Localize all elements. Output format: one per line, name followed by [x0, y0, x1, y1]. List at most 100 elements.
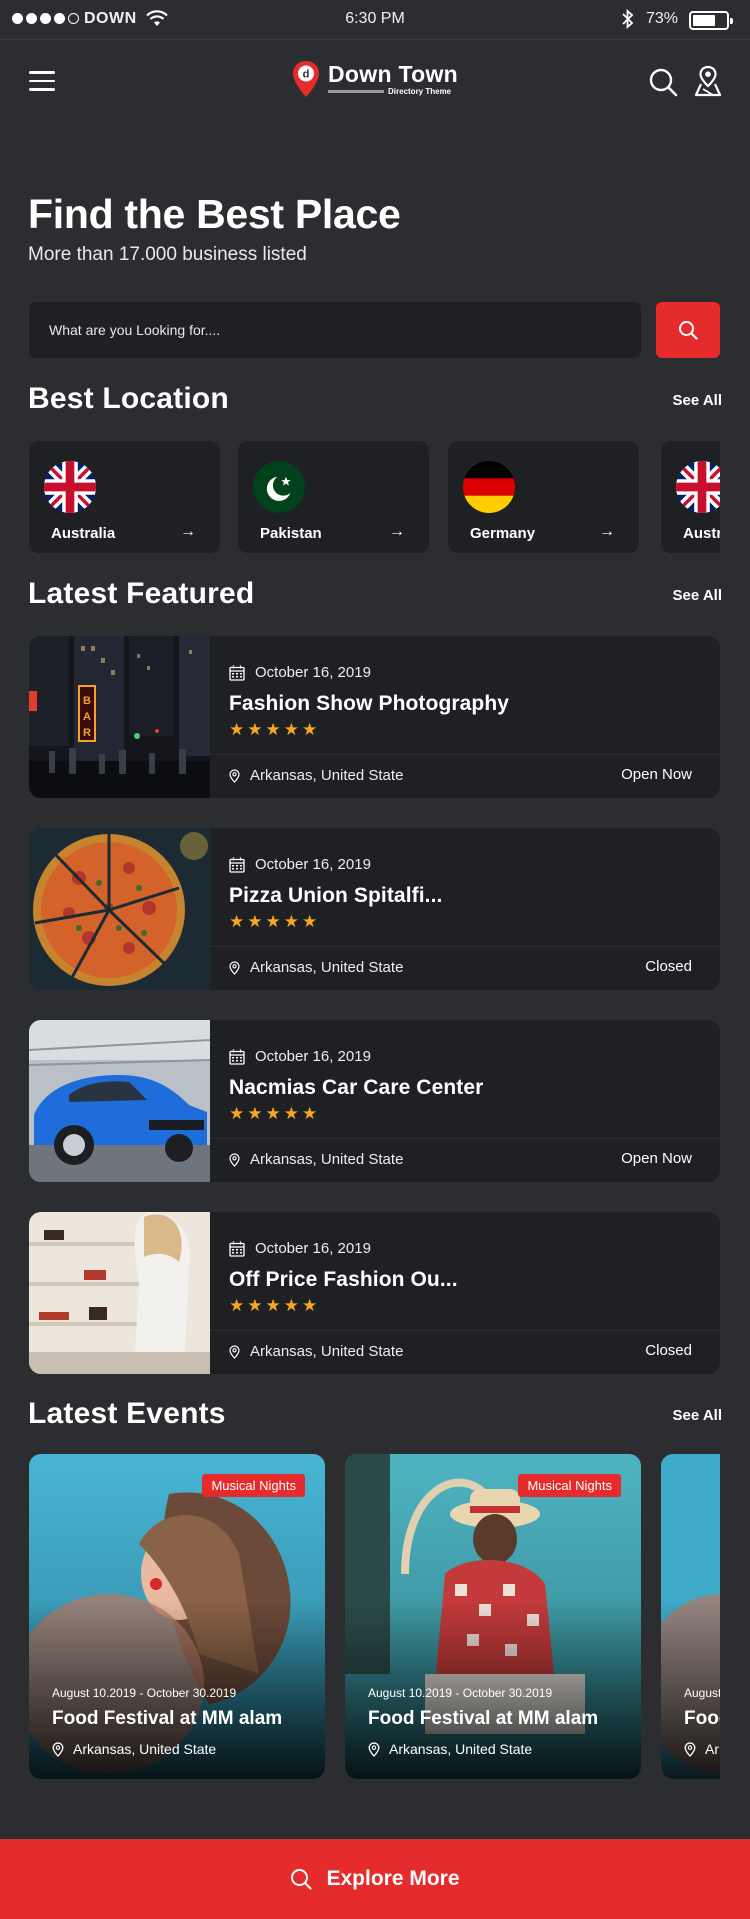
map-location-icon[interactable] [694, 65, 722, 97]
event-location: Ar [705, 1741, 719, 1757]
listing-title: Pizza Union Spitalfi... [229, 884, 443, 907]
event-title: Food Festival at MM alam [52, 1708, 283, 1729]
event-location: Arkansas, United State [73, 1741, 217, 1757]
event-card[interactable]: August Food Ar [661, 1454, 720, 1779]
best-location-see-all-link[interactable]: See All [650, 392, 722, 409]
listing-title: Fashion Show Photography [229, 692, 510, 715]
uk-flag-icon [676, 461, 720, 513]
star-icon: ★ [229, 912, 245, 931]
star-icon: ★ [247, 912, 263, 931]
listing-location: Arkansas, United State [250, 959, 404, 976]
star-icon: ★ [229, 720, 245, 739]
listing-date: October 16, 2019 [255, 1240, 371, 1257]
featured-listing-card[interactable]: October 16, 2019 Nacmias Car Care Center… [29, 1020, 720, 1182]
calendar-icon [229, 1049, 245, 1065]
location-name: Pakistan [260, 525, 322, 542]
event-photo-woman [29, 1454, 325, 1779]
arrow-right-icon: → [599, 523, 615, 540]
event-dates: August 10.2019 - October 30.2019 [368, 1686, 553, 1700]
search-icon[interactable] [648, 67, 678, 97]
svg-text:B: B [83, 695, 91, 707]
event-title: Food [684, 1708, 720, 1729]
explore-more-button[interactable]: Explore More [0, 1839, 750, 1919]
featured-listing-card[interactable]: October 16, 2019 Pizza Union Spitalfi...… [29, 828, 720, 990]
arrow-right-icon: → [180, 523, 196, 540]
map-pin-logo-icon: d [293, 61, 319, 97]
star-rating: ★ ★ ★ ★ ★ [229, 1296, 317, 1316]
star-icon: ★ [283, 720, 299, 739]
listing-photo-city-night: B A R [29, 636, 210, 798]
location-card-pakistan[interactable]: Pakistan → [238, 441, 429, 553]
search-icon [679, 321, 698, 340]
event-photo-man-hat [345, 1454, 641, 1779]
explore-more-label: Explore More [326, 1867, 460, 1890]
listing-status: Closed [645, 958, 692, 975]
location-name: Australia [51, 525, 116, 542]
event-photo-woman [661, 1454, 720, 1779]
featured-listing-card[interactable]: October 16, 2019 Off Price Fashion Ou...… [29, 1212, 720, 1374]
latest-events-see-all-link[interactable]: See All [650, 1407, 722, 1424]
star-rating: ★ ★ ★ ★ ★ [229, 1104, 317, 1124]
listing-date: October 16, 2019 [255, 664, 371, 681]
events-carousel[interactable]: Musical Nights August 10.2019 - October … [29, 1454, 720, 1779]
star-icon: ★ [247, 1296, 263, 1315]
listing-location: Arkansas, United State [250, 767, 404, 784]
listing-photo-shoe-store [29, 1212, 210, 1374]
location-pin-icon [229, 1344, 240, 1359]
listing-date: October 16, 2019 [255, 856, 371, 873]
star-icon: ★ [229, 1296, 245, 1315]
hamburger-menu-icon[interactable] [29, 71, 55, 91]
search-input[interactable]: What are you Looking for.... [29, 302, 641, 358]
status-bar: DOWN 6:30 PM 73% [0, 0, 750, 40]
star-icon: ★ [283, 912, 299, 931]
event-title: Food Festival at MM alam [368, 1708, 599, 1729]
svg-text:A: A [83, 711, 91, 723]
search-icon [291, 1869, 313, 1890]
logo-letter: d [303, 69, 310, 81]
listing-location: Arkansas, United State [250, 1343, 404, 1360]
listing-photo-blue-car [29, 1020, 210, 1182]
uk-flag-icon [44, 461, 96, 513]
star-icon: ★ [265, 1296, 281, 1315]
calendar-icon [229, 1241, 245, 1257]
star-icon: ★ [265, 720, 281, 739]
brand-tagline: Directory Theme [388, 87, 452, 96]
event-card[interactable]: Musical Nights August 10.2019 - October … [29, 1454, 325, 1779]
star-icon: ★ [302, 720, 318, 739]
battery-icon [689, 11, 733, 30]
hero-title: Find the Best Place [28, 191, 401, 237]
germany-flag-icon [463, 461, 515, 513]
listing-photo-pizza [29, 828, 210, 990]
location-card-germany[interactable]: Germany → [448, 441, 639, 553]
latest-featured-see-all-link[interactable]: See All [650, 587, 722, 604]
featured-listing-card[interactable]: B A R October 16, 2019 Fashion Show Phot… [29, 636, 720, 798]
location-name: Germany [470, 525, 536, 542]
event-card[interactable]: Musical Nights August 10.2019 - October … [345, 1454, 641, 1779]
star-icon: ★ [265, 912, 281, 931]
star-icon: ★ [247, 1104, 263, 1123]
event-location: Arkansas, United State [389, 1741, 533, 1757]
location-pin-icon [52, 1741, 64, 1757]
listing-date: October 16, 2019 [255, 1048, 371, 1065]
event-category-badge: Musical Nights [518, 1474, 621, 1497]
location-carousel[interactable]: Australia → Pakistan → Germany → Austr [29, 441, 720, 553]
arrow-right-icon: → [389, 523, 405, 540]
event-dates: August 10.2019 - October 30.2019 [52, 1686, 237, 1700]
star-icon: ★ [229, 1104, 245, 1123]
search-submit-button[interactable] [656, 302, 720, 358]
star-icon: ★ [283, 1296, 299, 1315]
star-icon: ★ [302, 1104, 318, 1123]
pakistan-flag-icon [253, 461, 305, 513]
star-icon: ★ [247, 720, 263, 739]
location-name: Austr [683, 525, 720, 542]
brand-logo[interactable]: d Down Town Directory Theme [292, 60, 458, 98]
listing-status: Closed [645, 1342, 692, 1359]
location-pin-icon [368, 1741, 380, 1757]
star-icon: ★ [283, 1104, 299, 1123]
star-icon: ★ [302, 912, 318, 931]
listing-title: Nacmias Car Care Center [229, 1076, 484, 1099]
star-rating: ★ ★ ★ ★ ★ [229, 912, 317, 932]
location-card-australia[interactable]: Australia → [29, 441, 220, 553]
location-card-australia-2[interactable]: Austr [661, 441, 720, 553]
star-icon: ★ [265, 1104, 281, 1123]
